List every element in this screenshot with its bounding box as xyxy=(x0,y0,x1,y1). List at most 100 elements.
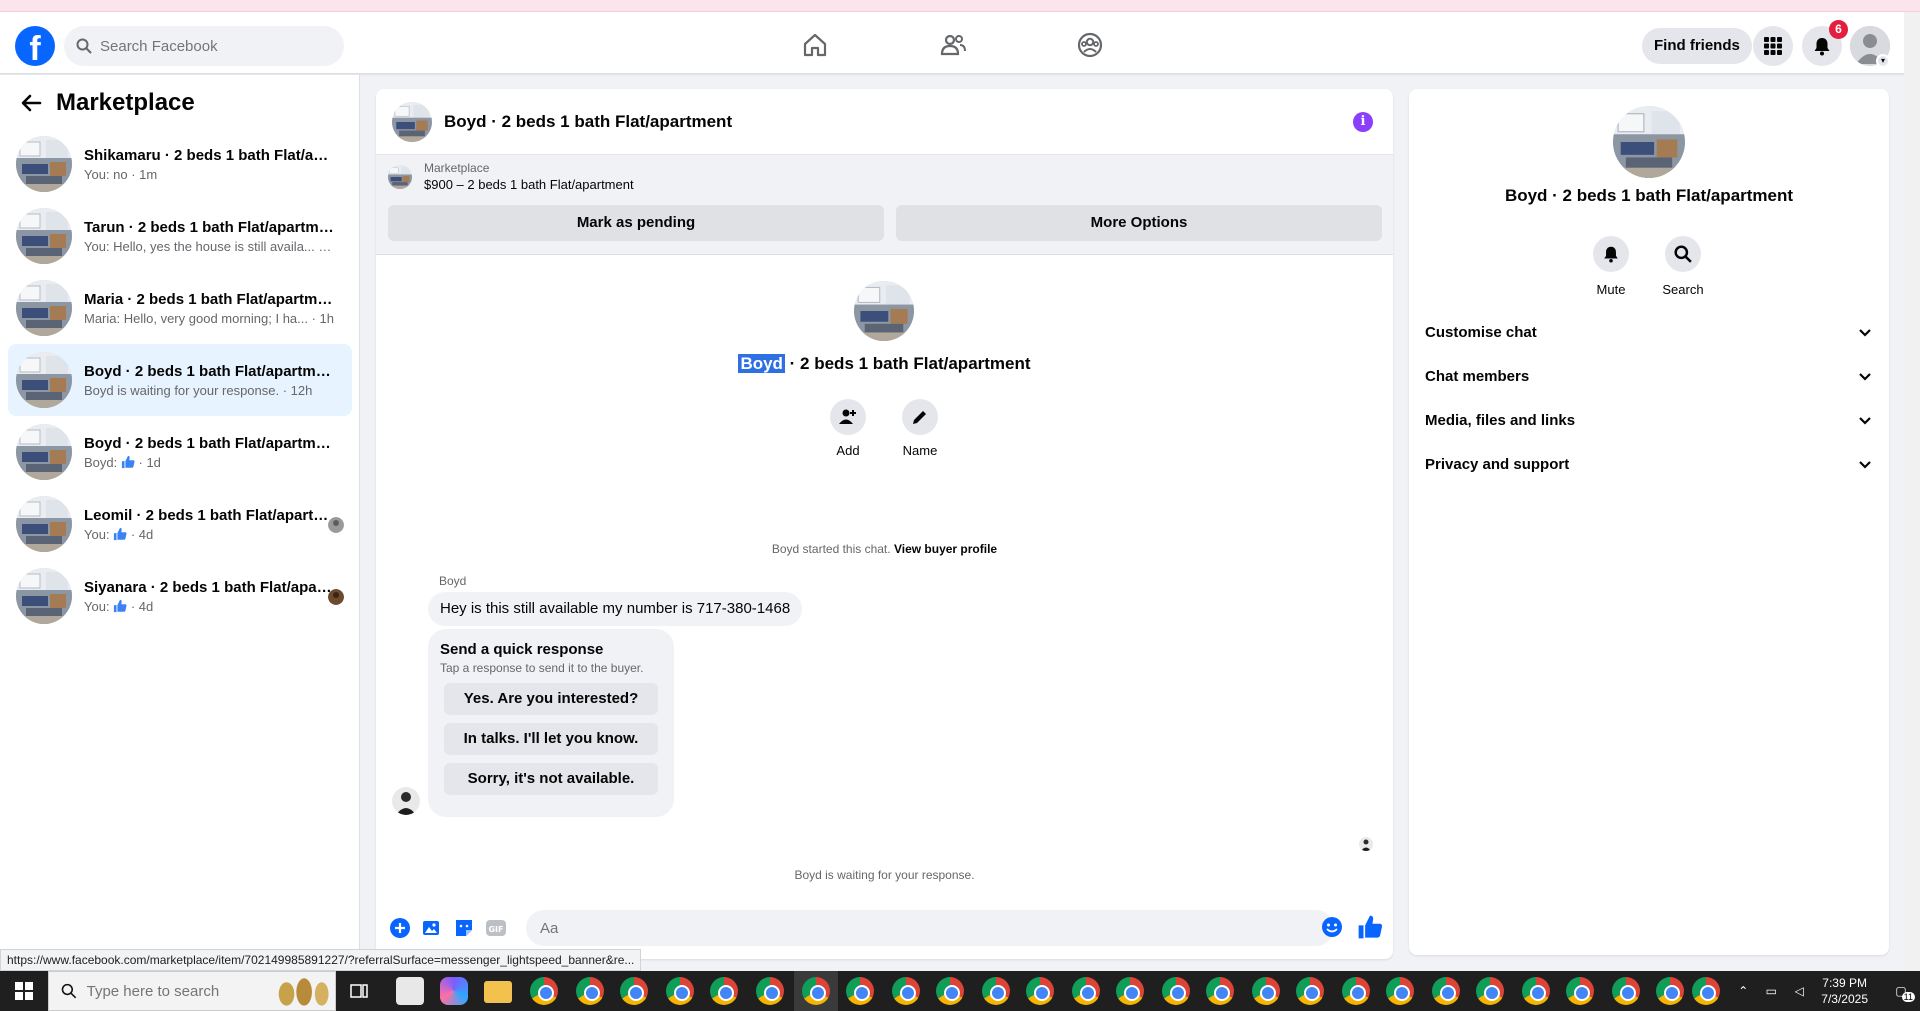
message-bubble[interactable]: Hey is this still available my number is… xyxy=(428,592,803,626)
listing-price-title[interactable]: $900 – 2 beds 1 bath Flat/apartment xyxy=(424,177,634,192)
chat-panel: Boyd · 2 beds 1 bath Flat/apartment i Ma… xyxy=(376,89,1393,959)
conversation-item[interactable]: Boyd · 2 beds 1 bath Flat/apartment Boyd… xyxy=(8,416,352,488)
mute-button[interactable]: Mute xyxy=(1581,236,1641,297)
chrome-icon[interactable] xyxy=(1476,977,1504,1005)
chrome-icon[interactable] xyxy=(936,977,964,1005)
more-options-button[interactable]: More Options xyxy=(896,205,1382,241)
chrome-icon[interactable] xyxy=(1296,977,1324,1005)
conversation-item[interactable]: Maria · 2 beds 1 bath Flat/apartment Mar… xyxy=(8,272,352,344)
conversation-name: Boyd · 2 beds 1 bath Flat/apartment xyxy=(84,362,334,380)
bell-icon xyxy=(1814,38,1830,56)
search-facebook-box[interactable] xyxy=(64,26,344,66)
task-view-icon[interactable] xyxy=(350,982,368,1000)
chrome-icon[interactable] xyxy=(1612,977,1640,1005)
sender-avatar[interactable] xyxy=(392,787,420,815)
back-arrow-icon[interactable] xyxy=(20,92,42,114)
chrome-icon[interactable] xyxy=(710,977,738,1005)
chrome-icon[interactable] xyxy=(530,977,558,1005)
system-clock[interactable]: 7:39 PM 7/3/2025 xyxy=(1821,975,1868,1007)
chrome-icon[interactable] xyxy=(576,977,604,1005)
privacy-support-row[interactable]: Privacy and support xyxy=(1425,446,1873,482)
chat-name: Boyd · 2 beds 1 bath Flat/apartment xyxy=(738,354,1031,373)
chrome-icon[interactable] xyxy=(1206,977,1234,1005)
search-input[interactable] xyxy=(100,37,320,55)
taskbar-search-input[interactable] xyxy=(86,982,267,1000)
chrome-icon[interactable] xyxy=(620,977,648,1005)
chrome-icon[interactable] xyxy=(1522,977,1550,1005)
chrome-icon[interactable] xyxy=(1432,977,1460,1005)
customise-chat-row[interactable]: Customise chat xyxy=(1425,314,1873,350)
seen-receipt-avatar xyxy=(1359,837,1373,851)
search-in-chat-button[interactable]: Search xyxy=(1653,236,1713,297)
listing-thumbnail xyxy=(16,568,72,624)
find-friends-button[interactable]: Find friends xyxy=(1642,28,1752,64)
listing-thumbnail[interactable] xyxy=(388,165,412,189)
gif-icon[interactable]: GIF xyxy=(485,917,507,939)
groups-icon[interactable] xyxy=(1075,30,1105,60)
chevron-down-icon[interactable]: ▾ xyxy=(1876,54,1890,68)
message-input[interactable] xyxy=(526,910,1334,946)
chrome-icon[interactable] xyxy=(1692,977,1720,1005)
conversation-item-active[interactable]: Boyd · 2 beds 1 bath Flat/apartment Boyd… xyxy=(8,344,352,416)
chrome-icon[interactable] xyxy=(1026,977,1054,1005)
conversation-preview: You: · 4d xyxy=(84,598,154,614)
chat-thumbnail[interactable] xyxy=(392,102,432,142)
chat-members-row[interactable]: Chat members xyxy=(1425,358,1873,394)
taskbar-search-box[interactable] xyxy=(48,971,336,1011)
conversation-item[interactable]: Tarun · 2 beds 1 bath Flat/apartment You… xyxy=(8,200,352,272)
mark-as-pending-button[interactable]: Mark as pending xyxy=(388,205,884,241)
emoji-icon[interactable] xyxy=(1321,916,1343,938)
like-icon xyxy=(113,599,127,613)
chrome-icon[interactable] xyxy=(982,977,1010,1005)
network-icon[interactable]: ▭ xyxy=(1762,982,1780,1000)
conversation-preview: You: no · 1m xyxy=(84,166,158,182)
link-status-bar: https://www.facebook.com/marketplace/ite… xyxy=(0,949,642,971)
chat-header: Boyd · 2 beds 1 bath Flat/apartment i xyxy=(376,89,1393,155)
chrome-icon[interactable] xyxy=(1162,977,1190,1005)
chrome-icon[interactable] xyxy=(1656,977,1684,1005)
friends-icon[interactable] xyxy=(938,30,968,60)
conversation-list: Shikamaru · 2 beds 1 bath Flat/apartment… xyxy=(8,128,352,632)
conversation-item[interactable]: Siyanara · 2 beds 1 bath Flat/apartment … xyxy=(8,560,352,632)
home-icon[interactable] xyxy=(800,30,830,60)
page-scrollbar[interactable] xyxy=(1904,12,1920,971)
conversation-item[interactable]: Leomil · 2 beds 1 bath Flat/apartment Yo… xyxy=(8,488,352,560)
quick-response-option[interactable]: Sorry, it's not available. xyxy=(444,763,658,795)
conversation-item[interactable]: Shikamaru · 2 beds 1 bath Flat/apartment… xyxy=(8,128,352,200)
chevron-up-icon[interactable]: ⌃ xyxy=(1734,982,1752,1000)
chrome-icon[interactable] xyxy=(892,977,920,1005)
chat-avatar xyxy=(854,281,914,341)
notification-center-icon[interactable]: ▢ 11 xyxy=(1887,982,1915,1002)
facebook-logo-icon[interactable]: f xyxy=(15,26,55,66)
chrome-icon[interactable] xyxy=(846,977,874,1005)
chrome-icon[interactable] xyxy=(1342,977,1370,1005)
menu-grid-button[interactable] xyxy=(1753,26,1793,66)
quick-response-option[interactable]: In talks. I'll let you know. xyxy=(444,723,658,755)
copilot-icon[interactable] xyxy=(440,977,468,1005)
name-chat-button[interactable]: Name xyxy=(890,399,950,458)
chrome-icon[interactable] xyxy=(802,977,830,1005)
chrome-icon[interactable] xyxy=(756,977,784,1005)
taskbar-app-icon[interactable] xyxy=(396,977,424,1005)
read-receipt-avatar xyxy=(328,589,344,605)
quick-response-option[interactable]: Yes. Are you interested? xyxy=(444,683,658,715)
volume-icon[interactable]: ◁ xyxy=(1790,982,1808,1000)
chat-title[interactable]: Boyd · 2 beds 1 bath Flat/apartment xyxy=(444,112,732,132)
chrome-icon[interactable] xyxy=(666,977,694,1005)
sticker-icon[interactable] xyxy=(453,917,475,939)
add-people-button[interactable]: Add xyxy=(818,399,878,458)
chrome-icon[interactable] xyxy=(1566,977,1594,1005)
info-icon[interactable]: i xyxy=(1353,112,1373,132)
plus-icon[interactable] xyxy=(389,917,411,939)
view-buyer-profile-link[interactable]: View buyer profile xyxy=(894,542,997,556)
file-explorer-icon[interactable] xyxy=(484,981,512,1003)
photo-icon[interactable] xyxy=(421,917,443,939)
thumbs-up-icon[interactable] xyxy=(1357,914,1383,940)
media-files-links-row[interactable]: Media, files and links xyxy=(1425,402,1873,438)
notifications-button[interactable]: 6 xyxy=(1802,20,1848,66)
chrome-icon[interactable] xyxy=(1116,977,1144,1005)
chrome-icon[interactable] xyxy=(1072,977,1100,1005)
chrome-icon[interactable] xyxy=(1252,977,1280,1005)
windows-start-button[interactable] xyxy=(0,971,48,1011)
chrome-icon[interactable] xyxy=(1386,977,1414,1005)
